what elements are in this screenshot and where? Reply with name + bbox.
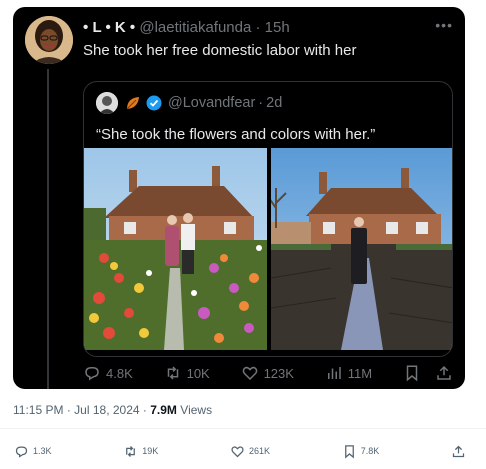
man-alone-in-bare-garden-photo[interactable] [271,148,452,350]
analytics-icon [327,367,341,379]
heart-icon [242,366,257,381]
bookmark-button[interactable] [403,364,421,382]
share-icon [437,365,451,380]
footer-share-button[interactable] [451,444,466,459]
tweet-header: • L • K • @laetitiakafunda · 15h [83,19,290,36]
reply-button[interactable]: 4.8K [83,364,133,382]
quote-timestamp[interactable]: 2d [266,95,282,111]
verified-badge-icon [146,95,162,111]
quote-avatar[interactable] [96,92,118,114]
couple-in-flower-garden-photo[interactable] [84,148,267,350]
tweet-action-bar: 4.8K 10K 123K 11M [83,361,453,385]
like-count: 123K [263,365,294,381]
footer-like-button[interactable]: 261K [230,444,270,459]
reply-count: 4.8K [106,365,133,381]
tweet-text: She took her free domestic labor with he… [83,42,357,59]
views-button[interactable]: 11M [325,364,372,382]
footer-like-count: 261K [248,446,270,456]
footer-retweet-button[interactable]: 19K [123,444,158,459]
footer-bookmark-count: 7.8K [360,446,380,456]
divider [0,428,486,429]
footer-reply-count: 1.3K [33,446,52,456]
footer-action-bar: 1.3K 19K 261K 7.8K [14,440,466,462]
reply-icon [85,367,99,381]
retweet-button[interactable]: 10K [164,364,210,382]
avatar[interactable] [25,16,73,64]
leaf-emoji-icon [126,97,139,110]
quote-separator: · [258,95,264,111]
post-date[interactable]: Jul 18, 2024 [74,403,139,417]
post-time[interactable]: 11:15 PM [13,403,63,417]
thread-line [47,69,49,389]
meta-separator: · [66,403,71,417]
tweet-meta: 11:15 PM · Jul 18, 2024 · 7.9M Views [13,403,212,417]
share-icon [452,445,465,457]
action-right-group [403,364,453,382]
meta-separator: · [142,403,147,417]
footer-bookmark-button[interactable]: 7.8K [342,444,380,459]
handle[interactable]: @laetitiakafunda [139,19,251,36]
quote-header: @Lovandfear · 2d [96,92,282,114]
separator: · [255,19,261,36]
reply-icon [15,446,28,458]
quoted-tweet-card[interactable]: • L • K • @laetitiakafunda · 15h ••• She… [13,7,465,389]
retweet-count: 10K [186,365,210,381]
footer-retweet-count: 19K [142,446,159,456]
retweet-icon [126,445,136,457]
bookmark-icon [406,365,418,382]
views-label: Views [180,403,213,417]
total-views: 7.9M [150,403,177,417]
share-button[interactable] [435,364,453,382]
quote-handle[interactable]: @Lovandfear [168,95,255,111]
display-name[interactable]: L • K [92,19,125,36]
views-count: 11M [347,365,373,381]
retweet-icon [167,366,178,380]
timestamp[interactable]: 15h [265,19,290,36]
quote-tweet[interactable]: @Lovandfear · 2d “She took the flowers a… [83,81,453,357]
quote-text: “She took the flowers and colors with he… [96,126,376,143]
heart-icon [231,445,244,457]
more-dots-icon[interactable]: ••• [435,17,453,33]
bullet-suffix: • [129,19,136,36]
bookmark-icon [344,444,354,458]
like-button[interactable]: 123K [241,364,294,382]
footer-reply-button[interactable]: 1.3K [14,444,52,459]
bullet-prefix: • [83,19,89,36]
